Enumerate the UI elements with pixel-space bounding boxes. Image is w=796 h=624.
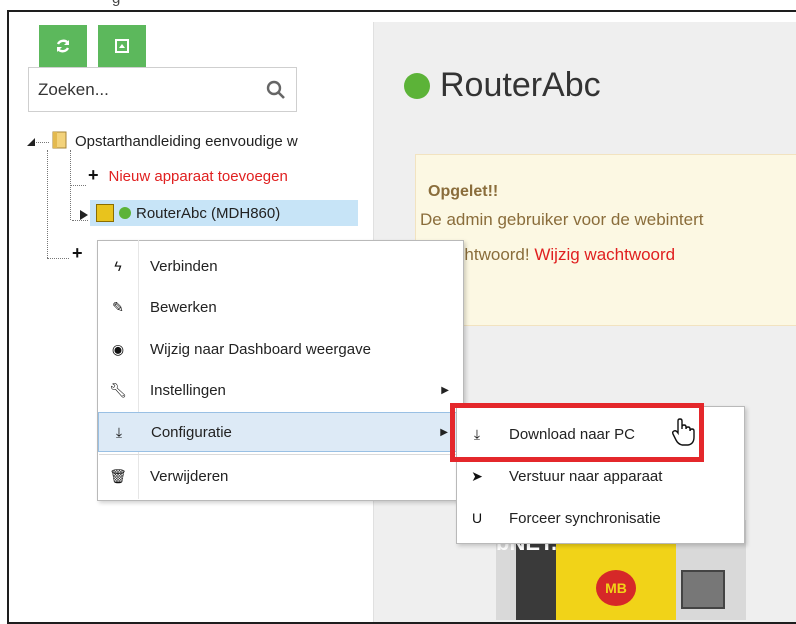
tree-connector (47, 258, 69, 259)
folder-icon (52, 131, 67, 149)
search-placeholder: Zoeken... (38, 80, 109, 99)
hand-cursor-icon (671, 418, 695, 446)
add-device-label: Nieuw apparaat toevoegen (108, 168, 288, 185)
menu-item-label: Wijzig naar Dashboard weergave (150, 340, 371, 358)
tree-root-label[interactable]: Opstarthandleiding eenvoudige w (75, 133, 298, 150)
menu-item-verwijderen[interactable]: 🗑︎ Verwijderen (98, 456, 461, 496)
alert-title: Opgelet!! (428, 183, 499, 200)
router-label: RouterAbc (MDH860) (136, 204, 281, 222)
dashboard-icon: ◉ (111, 340, 125, 357)
submenu-item-label: Verstuur naar apparaat (509, 467, 663, 485)
device-title: RouterAbc (404, 66, 601, 105)
trash-icon: 🗑︎ (109, 467, 127, 484)
send-icon: ➤ (471, 467, 483, 484)
collapse-button[interactable] (98, 25, 146, 67)
add-root-item[interactable]: + (72, 243, 93, 264)
refresh-icon (56, 39, 70, 53)
alert-text-line1: De admin gebruiker voor de webintert (420, 210, 704, 229)
plus-icon: + (88, 165, 99, 185)
menu-item-label: Instellingen (150, 381, 226, 399)
device-icon (96, 204, 114, 222)
brand-logo: MB (596, 570, 636, 606)
magnet-icon: U (471, 510, 483, 526)
submenu-item-forceer[interactable]: U Forceer synchronisatie (457, 498, 742, 538)
tree-connector (70, 185, 86, 186)
search-icon[interactable] (265, 79, 287, 101)
submenu-arrow-icon: ▶ (441, 384, 449, 396)
menu-item-dashboard[interactable]: ◉ Wijzig naar Dashboard weergave (98, 329, 461, 369)
bolt-icon: ϟ (114, 258, 122, 274)
submenu-arrow-icon: ▶ (440, 426, 448, 438)
search-field[interactable]: Zoeken... (28, 67, 297, 112)
menu-item-label: Configuratie (151, 423, 232, 441)
menu-item-bewerken[interactable]: ✎ Bewerken (98, 287, 461, 327)
plus-icon: + (72, 243, 83, 263)
cut-off-text: g (112, 0, 120, 7)
collapse-icon (115, 39, 129, 53)
menu-item-label: Verbinden (150, 257, 218, 275)
menu-item-verbinden[interactable]: ϟ Verbinden (98, 246, 461, 286)
menu-item-configuratie[interactable]: ⤓ Configuratie ▶ (98, 412, 461, 452)
warning-alert (415, 154, 796, 326)
menu-item-label: Verwijderen (150, 467, 229, 485)
download-icon: ⤓ (115, 423, 123, 440)
tree-item-router[interactable]: RouterAbc (MDH860) (90, 200, 358, 226)
expand-arrow-icon[interactable] (26, 137, 36, 147)
status-online-icon (119, 207, 131, 219)
change-password-link[interactable]: Wijzig wachtwoord (534, 245, 675, 264)
collapse-arrow-icon[interactable] (79, 209, 89, 221)
lan-port (681, 570, 725, 609)
menu-item-label: Bewerken (150, 298, 217, 316)
wrench-icon: 🔧︎ (109, 381, 127, 398)
tree-connector (47, 150, 48, 258)
red-highlight-box (450, 403, 704, 462)
add-device-item[interactable]: + Nieuw apparaat toevoegen (88, 165, 288, 186)
device-title-text: RouterAbc (440, 66, 601, 104)
menu-item-instellingen[interactable]: 🔧︎ Instellingen ▶ (98, 370, 461, 410)
refresh-button[interactable] (39, 25, 87, 67)
top-cut-strip: g (0, 0, 796, 10)
status-online-icon (404, 72, 430, 99)
submenu-item-label: Forceer synchronisatie (509, 509, 661, 527)
menu-divider (99, 454, 460, 455)
submenu-item-verstuur[interactable]: ➤ Verstuur naar apparaat (457, 456, 742, 496)
edit-icon: ✎ (112, 298, 124, 315)
